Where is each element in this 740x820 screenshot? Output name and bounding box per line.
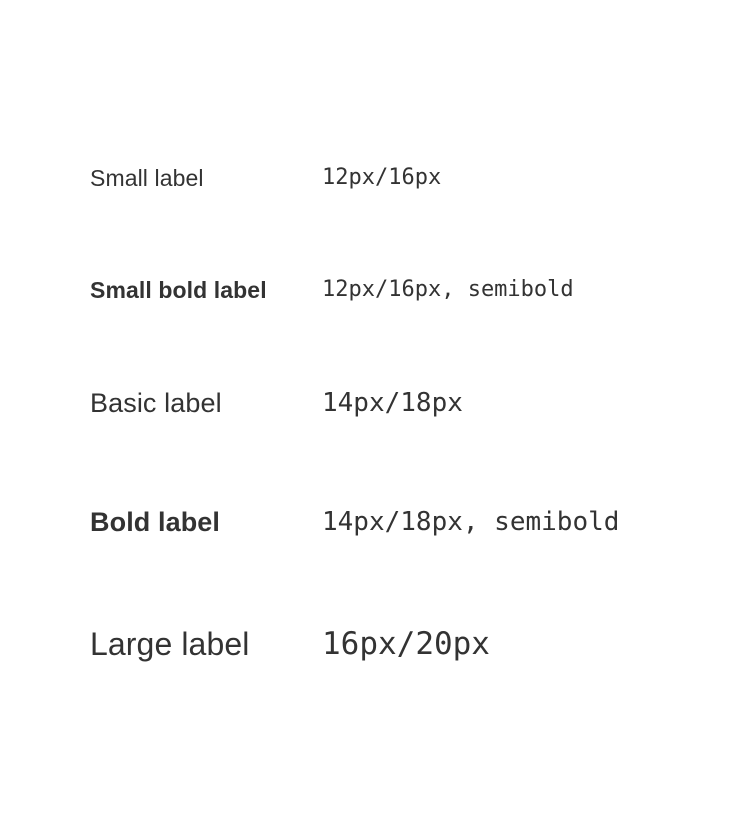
typography-specimen: Small label 12px/16px Small bold label 1…	[0, 0, 740, 820]
sample-label-small-bold: Small bold label	[90, 277, 267, 303]
spec-text-small-bold: 12px/16px, semibold	[322, 277, 574, 302]
spec-text-large: 16px/20px	[322, 626, 490, 662]
spec-text-small: 12px/16px	[322, 165, 442, 190]
spec-text-basic: 14px/18px	[322, 388, 463, 418]
type-row-basic: Basic label 14px/18px	[0, 385, 740, 421]
sample-label-bold: Bold label	[90, 507, 221, 537]
type-row-small: Small label 12px/16px	[0, 163, 740, 193]
sample-label-basic: Basic label	[90, 388, 222, 418]
sample-label-small: Small label	[90, 165, 204, 191]
type-row-bold: Bold label 14px/18px, semibold	[0, 504, 740, 540]
type-row-large: Large label 16px/20px	[0, 624, 740, 664]
spec-text-bold: 14px/18px, semibold	[322, 507, 620, 537]
sample-label-large: Large label	[90, 626, 250, 662]
type-row-small-bold: Small bold label 12px/16px, semibold	[0, 275, 740, 305]
